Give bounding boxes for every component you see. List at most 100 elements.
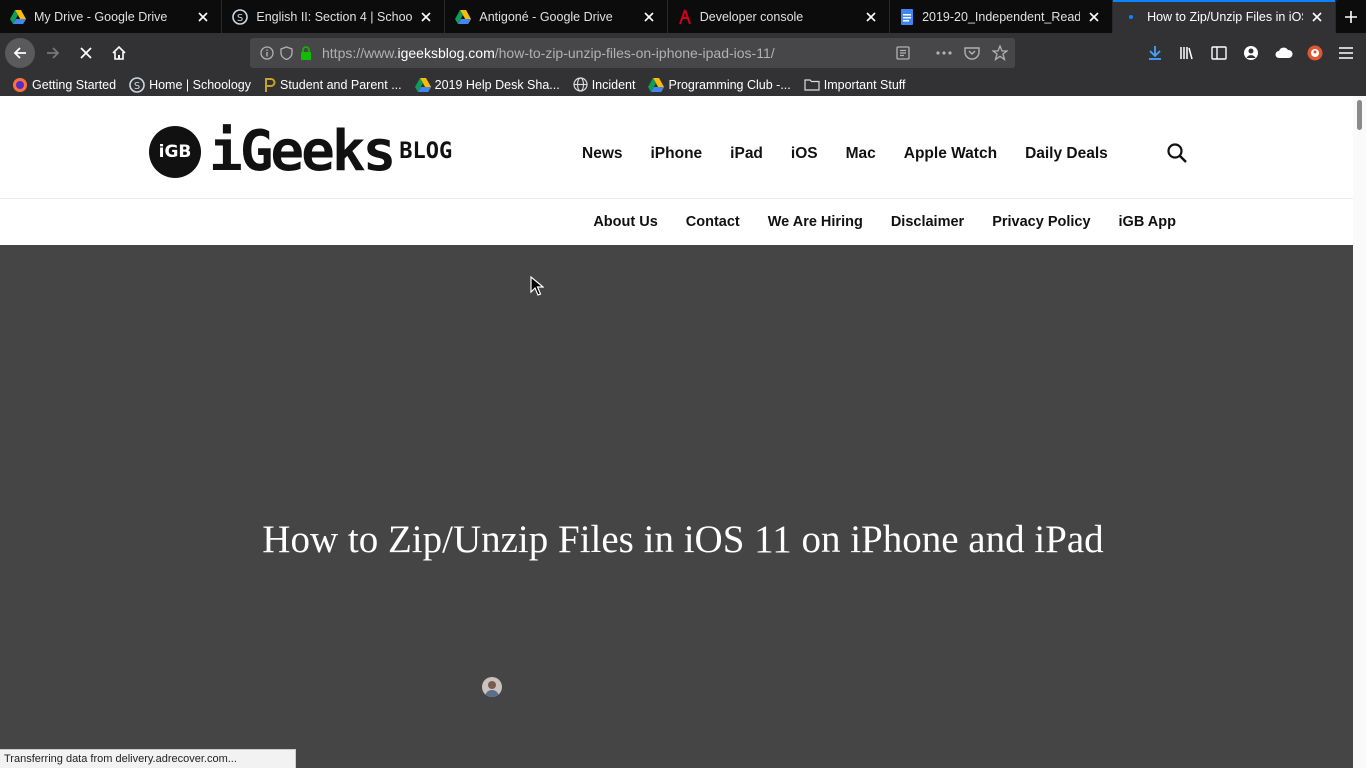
- tab-title: How to Zip/Unzip Files in iOS 11: [1147, 9, 1303, 24]
- plus-icon: [1345, 10, 1358, 23]
- main-nav: News iPhone iPad iOS Mac Apple Watch Dai…: [568, 145, 1122, 163]
- secondary-header: About Us Contact We Are Hiring Disclaime…: [0, 198, 1353, 245]
- tab-my-drive[interactable]: My Drive - Google Drive: [0, 0, 223, 33]
- download-icon[interactable]: [1147, 45, 1163, 61]
- globe-icon: [573, 77, 588, 92]
- url-domain: igeeksblog.com: [397, 45, 495, 61]
- forward-arrow-icon: [47, 47, 60, 59]
- search-icon[interactable]: [1166, 142, 1188, 164]
- forward-button[interactable]: [38, 38, 68, 68]
- nav-item-ios[interactable]: iOS: [791, 145, 818, 163]
- subnav-item-privacy-policy[interactable]: Privacy Policy: [992, 214, 1090, 230]
- stop-x-icon: [80, 47, 92, 59]
- bookmark-incident[interactable]: Incident: [573, 77, 636, 92]
- bookmark-label: Incident: [591, 77, 636, 92]
- nav-item-mac[interactable]: Mac: [846, 145, 876, 163]
- back-arrow-icon: [13, 47, 26, 59]
- sidebar-icon[interactable]: [1211, 46, 1227, 60]
- home-icon: [112, 45, 126, 60]
- url-path: /how-to-zip-unzip-files-on-iphone-ipad-i…: [494, 45, 775, 61]
- stop-button[interactable]: [71, 38, 101, 68]
- close-tab-icon[interactable]: [1309, 9, 1325, 25]
- url-prefix: https://www.: [322, 45, 398, 61]
- subnav-item-disclaimer[interactable]: Disclaimer: [891, 214, 964, 230]
- tab-title: My Drive - Google Drive: [34, 9, 168, 24]
- close-tab-icon[interactable]: [418, 9, 434, 25]
- lock-icon: [301, 46, 311, 60]
- bookmark-label: Getting Started: [32, 77, 117, 92]
- status-bar: Transferring data from delivery.adrecove…: [0, 749, 296, 768]
- duckduckgo-icon[interactable]: [1307, 45, 1323, 61]
- site-header: iGB iGeeks BLOG News iPhone iPad iOS Mac…: [0, 96, 1353, 198]
- home-button[interactable]: [104, 38, 134, 68]
- article-hero: How to Zip/Unzip Files in iOS 11 on iPho…: [0, 245, 1353, 768]
- info-icon: [260, 46, 274, 60]
- schoology-icon: S: [129, 76, 145, 93]
- bookmark-student-parent[interactable]: Student and Parent ...: [264, 77, 402, 93]
- secondary-nav: About Us Contact We Are Hiring Disclaime…: [565, 214, 1176, 230]
- loading-dot-icon: [1129, 14, 1134, 19]
- bookmark-label: Home | Schoology: [149, 77, 251, 92]
- logo-subtext: BLOG: [399, 139, 453, 164]
- firefox-icon: [13, 77, 27, 92]
- article-title: How to Zip/Unzip Files in iOS 11 on iPho…: [262, 518, 1104, 561]
- nav-item-ipad[interactable]: iPad: [730, 145, 763, 163]
- bookmark-programming-club[interactable]: Programming Club -...: [648, 77, 791, 92]
- url-text: https://www.igeeksblog.com/how-to-zip-un…: [322, 45, 775, 61]
- tab-title: 2019-20_Independent_Reading: [922, 9, 1081, 24]
- bookmark-label: Student and Parent ...: [280, 77, 402, 92]
- subnav-item-contact[interactable]: Contact: [686, 214, 740, 230]
- hamburger-menu-icon[interactable]: [1339, 47, 1353, 59]
- nav-item-iphone[interactable]: iPhone: [651, 145, 703, 163]
- bookmark-home-schoology[interactable]: S Home | Schoology: [129, 76, 251, 93]
- tab-how-to-zip-unzip[interactable]: How to Zip/Unzip Files in iOS 11: [1113, 0, 1337, 33]
- scrollbar-thumb[interactable]: [1357, 100, 1362, 130]
- account-icon[interactable]: [1243, 45, 1259, 61]
- close-tab-icon[interactable]: [1086, 9, 1102, 25]
- pocket-icon[interactable]: [964, 46, 980, 60]
- subnav-item-about-us[interactable]: About Us: [593, 214, 657, 230]
- logo-badge: iGB: [149, 126, 201, 178]
- extension-cloud-icon[interactable]: [1275, 46, 1293, 60]
- google-drive-icon: [10, 9, 26, 24]
- nav-item-apple-watch[interactable]: Apple Watch: [904, 145, 997, 163]
- close-tab-icon[interactable]: [863, 9, 879, 25]
- bookmark-label: Important Stuff: [823, 77, 906, 92]
- bookmark-folder-important-stuff[interactable]: Important Stuff: [804, 78, 906, 92]
- subnav-item-igb-app[interactable]: iGB App: [1119, 214, 1176, 230]
- new-tab-button[interactable]: [1336, 0, 1366, 33]
- folder-icon: [804, 79, 820, 91]
- mouse-cursor-icon: [530, 276, 544, 296]
- address-bar[interactable]: https://www.igeeksblog.com/how-to-zip-un…: [250, 38, 1015, 68]
- reader-view-icon[interactable]: [896, 46, 910, 60]
- svg-text:S: S: [134, 81, 140, 92]
- subnav-item-we-are-hiring[interactable]: We Are Hiring: [768, 214, 863, 230]
- tab-developer-console[interactable]: Developer console: [668, 0, 891, 33]
- library-icon[interactable]: [1179, 45, 1195, 61]
- close-tab-icon[interactable]: [641, 9, 657, 25]
- bookmark-help-desk[interactable]: 2019 Help Desk Sha...: [414, 77, 560, 92]
- nav-item-news[interactable]: News: [582, 145, 623, 163]
- back-button[interactable]: [5, 38, 35, 68]
- navigation-toolbar: https://www.igeeksblog.com/how-to-zip-un…: [0, 33, 1366, 73]
- author-avatar[interactable]: [482, 677, 502, 697]
- google-drive-icon: [648, 77, 665, 92]
- page-actions-icon[interactable]: [936, 51, 952, 55]
- nav-item-daily-deals[interactable]: Daily Deals: [1025, 145, 1108, 163]
- close-tab-icon[interactable]: [195, 9, 211, 25]
- site-logo[interactable]: iGB iGeeks BLOG: [149, 124, 453, 180]
- bookmark-label: 2019 Help Desk Sha...: [434, 77, 560, 92]
- tab-antigone[interactable]: Antigoné - Google Drive: [445, 0, 668, 33]
- tab-title: English II: Section 4 | Schoology: [256, 9, 413, 24]
- schoology-icon: S: [232, 8, 249, 25]
- google-docs-icon: [901, 8, 914, 25]
- tab-title: Developer console: [699, 9, 804, 24]
- tab-schoology-english[interactable]: S English II: Section 4 | Schoology: [222, 0, 446, 33]
- bookmark-getting-started[interactable]: Getting Started: [12, 77, 116, 93]
- developer-console-icon: [678, 9, 691, 24]
- page-scrollbar[interactable]: [1353, 96, 1366, 768]
- tab-independent-reading[interactable]: 2019-20_Independent_Reading: [890, 0, 1114, 33]
- google-drive-icon: [455, 9, 472, 24]
- toolbar-icons: [1147, 33, 1366, 73]
- bookmark-star-icon[interactable]: [992, 45, 1008, 61]
